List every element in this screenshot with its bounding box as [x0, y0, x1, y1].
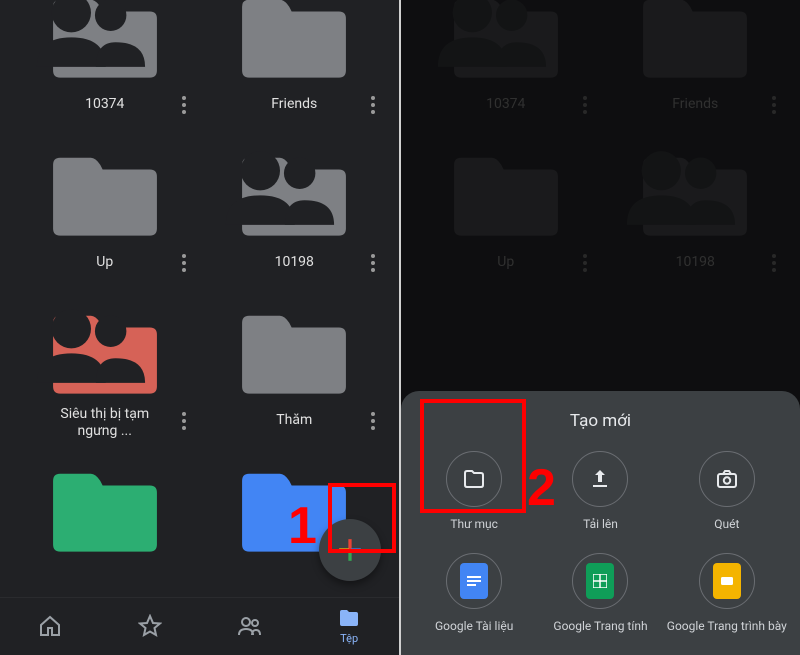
folder-icon: [235, 0, 353, 85]
add-button[interactable]: [319, 519, 381, 581]
folder-icon: [337, 606, 361, 630]
people-icon: [237, 614, 261, 638]
folder-item[interactable]: [10, 464, 200, 594]
more-options-icon[interactable]: [174, 253, 194, 273]
sheet-item-label: Thư mục: [450, 517, 498, 531]
folder-icon: [235, 306, 353, 401]
folder-outline-icon: [462, 467, 486, 491]
folder-item[interactable]: 10198: [200, 148, 390, 278]
more-options-icon[interactable]: [363, 411, 383, 431]
side-by-side-container: 10374 Friends Up: [0, 0, 800, 655]
home-icon: [38, 614, 62, 638]
sheet-item-label: Google Trang tính: [553, 619, 647, 633]
create-new-sheet: Tạo mới Thư mục Tải lên Quét Go: [401, 391, 800, 655]
nav-starred[interactable]: [138, 614, 162, 638]
folder-name: 10374: [85, 96, 124, 113]
nav-shared[interactable]: [237, 614, 261, 638]
folder-icon: [46, 464, 164, 559]
sheet-item-label: Google Trang trình bày: [667, 619, 787, 633]
folder-icon: [235, 148, 353, 243]
camera-icon: [715, 467, 739, 491]
more-options-icon[interactable]: [363, 95, 383, 115]
google-docs-button[interactable]: Google Tài liệu: [411, 553, 537, 633]
folder-icon: [46, 306, 164, 401]
folder-name: Siêu thị bị tạm ngưng ...: [40, 406, 170, 440]
shared-icon: [32, 0, 150, 75]
folder-item[interactable]: Siêu thị bị tạm ngưng ...: [10, 306, 200, 436]
google-sheets-button[interactable]: Google Trang tính: [537, 553, 663, 633]
folder-icon: [46, 148, 164, 243]
nav-files[interactable]: Tệp: [337, 606, 361, 645]
sheet-grid: Thư mục Tải lên Quét Google Tài liệu Goo: [411, 451, 790, 633]
star-icon: [138, 614, 162, 638]
folder-item[interactable]: Friends: [200, 0, 390, 120]
more-options-icon[interactable]: [174, 411, 194, 431]
folder-grid: 10374 Friends Up: [0, 0, 399, 594]
more-options-icon[interactable]: [363, 253, 383, 273]
folder-icon: [46, 0, 164, 85]
upload-button[interactable]: Tải lên: [537, 451, 663, 531]
scan-button[interactable]: Quét: [664, 451, 790, 531]
folder-name: 10198: [275, 254, 314, 271]
sheet-title: Tạo mới: [411, 411, 790, 431]
folder-item[interactable]: Up: [10, 148, 200, 278]
folder-item[interactable]: 10374: [10, 0, 200, 120]
docs-icon: [460, 563, 488, 599]
more-options-icon[interactable]: [174, 95, 194, 115]
folder-name: Friends: [271, 96, 317, 113]
folder-item[interactable]: Thăm: [200, 306, 390, 436]
folder-name: Up: [96, 254, 113, 271]
panel-left: 10374 Friends Up: [0, 0, 399, 655]
slides-icon: [713, 563, 741, 599]
sheet-item-label: Google Tài liệu: [435, 619, 513, 633]
panel-right: 10374 Friends Up: [401, 0, 800, 655]
upload-icon: [588, 467, 612, 491]
create-folder-button[interactable]: Thư mục: [411, 451, 537, 531]
nav-files-label: Tệp: [340, 632, 358, 645]
plus-icon: [337, 537, 363, 563]
bottom-nav: Tệp: [0, 597, 399, 655]
nav-home[interactable]: [38, 614, 62, 638]
shared-icon: [32, 296, 150, 391]
folder-name: Thăm: [276, 412, 312, 429]
shared-icon: [221, 138, 339, 233]
sheet-item-label: Quét: [714, 517, 739, 531]
google-slides-button[interactable]: Google Trang trình bày: [664, 553, 790, 633]
sheet-item-label: Tải lên: [583, 517, 618, 531]
sheets-icon: [586, 563, 614, 599]
